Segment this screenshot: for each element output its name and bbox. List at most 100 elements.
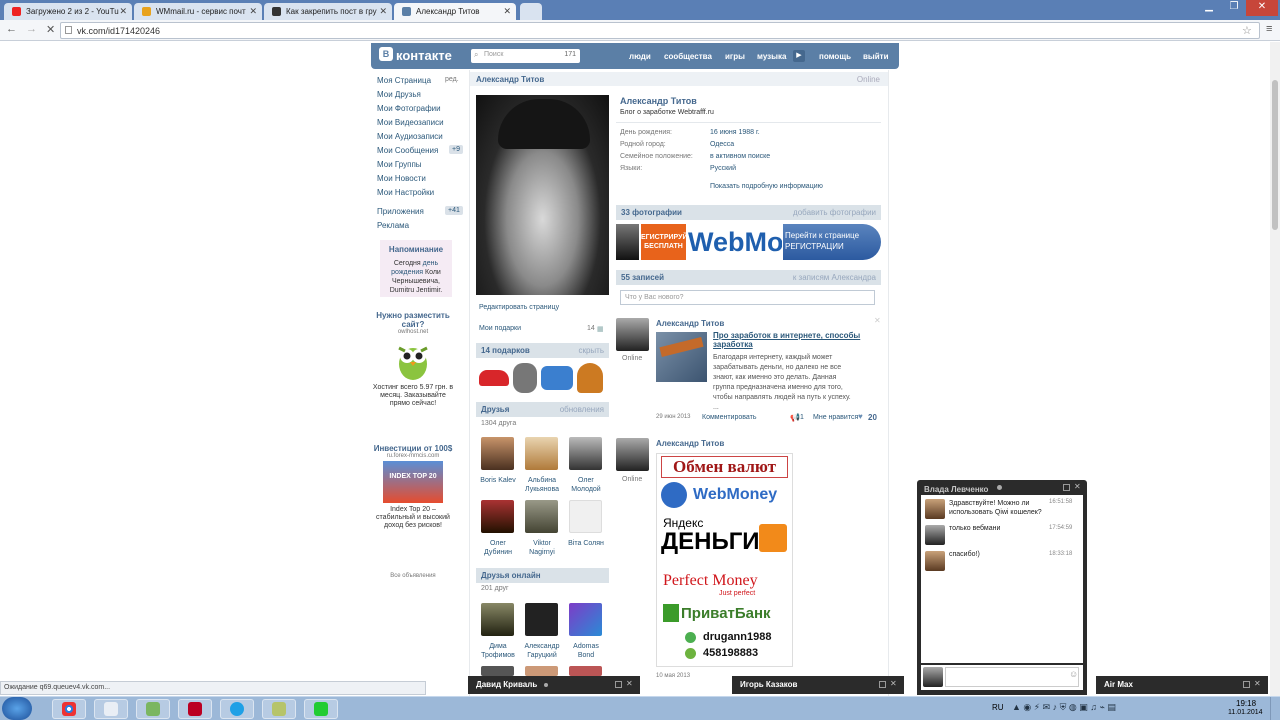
- start-button[interactable]: [2, 697, 32, 720]
- friend-avatar[interactable]: [525, 437, 558, 470]
- language-indicator[interactable]: RU: [992, 703, 1004, 712]
- menu-icon[interactable]: ≡: [1266, 23, 1272, 35]
- taskbar-app-5[interactable]: [304, 699, 338, 719]
- menu-settings[interactable]: Мои Настройки: [377, 188, 434, 197]
- clock-time[interactable]: 19:18: [1236, 699, 1256, 708]
- friend-avatar[interactable]: [481, 666, 514, 676]
- menu-videos[interactable]: Мои Видеозаписи: [377, 118, 444, 127]
- chat-tab-airmax[interactable]: Air Max ✕: [1096, 676, 1268, 694]
- browser-tab-active[interactable]: Александр Титов ✕: [394, 3, 516, 20]
- friend-avatar[interactable]: [481, 500, 514, 533]
- tray-icons[interactable]: ▲ ◉ ⚡ ✉ ♪ ⛨ ◍ ▣ ♫ ⌁ ▤: [1012, 702, 1116, 713]
- nav-people[interactable]: люди: [629, 52, 651, 61]
- taskbar-chrome[interactable]: [52, 699, 86, 719]
- like-label[interactable]: Мне нравится: [813, 414, 858, 421]
- friend-avatar[interactable]: [525, 500, 558, 533]
- post-author[interactable]: Александр Титов: [656, 439, 724, 448]
- friends-header[interactable]: Друзья обновления: [476, 402, 609, 417]
- gift-figure[interactable]: [577, 363, 603, 393]
- wall-post-input[interactable]: Что у Вас нового?: [620, 290, 875, 305]
- play-icon[interactable]: ▶: [793, 50, 805, 62]
- field-value[interactable]: в активном поиске: [710, 153, 770, 160]
- gifts-header[interactable]: 14 подарков скрыть: [476, 343, 609, 358]
- search-input[interactable]: ⌕ Поиск 171: [471, 49, 580, 63]
- field-value[interactable]: 16 июня 1988 г.: [710, 129, 760, 136]
- nav-logout[interactable]: выйти: [863, 52, 889, 61]
- post-image-payments[interactable]: Обмен валют WebMoney Яндекс ДЕНЬГИ Perfe…: [656, 453, 793, 667]
- maximize-icon[interactable]: ❐: [1222, 0, 1246, 16]
- delete-post-icon[interactable]: ✕: [874, 316, 881, 325]
- nav-help[interactable]: помощь: [819, 52, 851, 61]
- url-field[interactable]: vk.com/id171420246 ☆: [60, 22, 1260, 39]
- minimize-icon[interactable]: ▁: [1196, 0, 1222, 16]
- taskbar-app-4[interactable]: [262, 699, 296, 719]
- to-posts-link[interactable]: к записям Александра: [793, 273, 876, 282]
- nav-music[interactable]: музыка: [757, 52, 786, 61]
- clock-date[interactable]: 11.01.2014: [1228, 709, 1263, 716]
- chat-minimize-icon[interactable]: [1243, 681, 1250, 688]
- updates-link[interactable]: обновления: [560, 405, 604, 414]
- chat-messages[interactable]: Здравствуйте! Можно ли использовать Qiwi…: [921, 495, 1083, 663]
- browser-tab-wmmail[interactable]: WMmail.ru - сервис почт ✕: [134, 3, 262, 20]
- ad-title[interactable]: Инвестиции от 100$: [372, 444, 454, 453]
- browser-tab-pin-post[interactable]: Как закрепить пост в гру ✕: [264, 3, 392, 20]
- post-date[interactable]: 10 мая 2013: [656, 673, 690, 679]
- chat-close-icon[interactable]: ✕: [890, 679, 897, 688]
- post-link-title[interactable]: Про заработок в интернете, способы зараб…: [713, 331, 873, 349]
- online-friends-header[interactable]: Друзья онлайн: [476, 568, 609, 583]
- window-close-icon[interactable]: ✕: [1246, 0, 1278, 16]
- repost-icon[interactable]: 📢: [790, 413, 800, 422]
- profile-photo[interactable]: [476, 95, 609, 295]
- photo-thumb[interactable]: Перейти к странице РЕГИСТРАЦИИ: [783, 224, 881, 260]
- menu-groups[interactable]: Мои Группы: [377, 160, 422, 169]
- menu-photos[interactable]: Мои Фотографии: [377, 104, 441, 113]
- browser-tab-youtube[interactable]: Загружено 2 из 2 - YouTu ✕: [4, 3, 132, 20]
- taskbar-skype[interactable]: [220, 699, 254, 719]
- friend-name[interactable]: Boris Kalev: [478, 476, 518, 485]
- friend-avatar[interactable]: [481, 437, 514, 470]
- chat-close-icon[interactable]: ✕: [626, 679, 633, 688]
- menu-apps[interactable]: Приложения: [377, 207, 424, 216]
- friend-avatar[interactable]: [569, 500, 602, 533]
- close-icon[interactable]: ✕: [249, 6, 257, 17]
- show-desktop-button[interactable]: [1270, 697, 1280, 720]
- chat-tab-david[interactable]: Давид Криваль ✕: [468, 676, 640, 694]
- friend-name[interactable]: Viktor Nagirnyi: [522, 539, 562, 557]
- friend-name[interactable]: Олег Молодой: [566, 476, 606, 494]
- post-date[interactable]: 29 июн 2013: [656, 414, 691, 420]
- back-icon[interactable]: ←: [6, 23, 17, 35]
- friend-name[interactable]: Альбина Лукьянова: [522, 476, 562, 494]
- all-ads-link[interactable]: Все объявления: [372, 573, 454, 579]
- edit-page-link[interactable]: Редактировать страницу: [479, 304, 559, 311]
- nav-games[interactable]: игры: [725, 52, 745, 61]
- scrollbar-thumb[interactable]: [1272, 80, 1278, 230]
- friend-name[interactable]: Александр Гаруцкий: [522, 642, 562, 660]
- chat-close-icon[interactable]: ✕: [1074, 482, 1081, 491]
- taskbar-app-3[interactable]: [178, 699, 212, 719]
- friend-avatar[interactable]: [569, 603, 602, 636]
- menu-my-page[interactable]: Моя Страница: [377, 76, 431, 85]
- post-image[interactable]: [656, 332, 707, 382]
- bookmark-star-icon[interactable]: ☆: [1242, 24, 1252, 37]
- post-author[interactable]: Александр Титов: [656, 319, 724, 328]
- field-value[interactable]: Одесса: [710, 141, 734, 148]
- post-author-avatar[interactable]: [616, 318, 649, 351]
- friend-name[interactable]: Олег Дубинин: [478, 539, 518, 557]
- profile-status[interactable]: Блог о заработке Webtrafff.ru: [620, 109, 714, 116]
- hide-link[interactable]: скрыть: [578, 346, 604, 355]
- ad-owlhost[interactable]: Нужно разместить сайт? owlhost.net Хости…: [372, 311, 454, 408]
- smiley-icon[interactable]: ☺: [1069, 669, 1078, 679]
- taskbar-app-2[interactable]: [136, 699, 170, 719]
- friend-name[interactable]: Дима Трофимов: [478, 642, 518, 660]
- chat-input[interactable]: [945, 667, 1079, 687]
- chat-tab-igor[interactable]: Игорь Казаков ✕: [732, 676, 904, 694]
- friend-avatar[interactable]: [569, 666, 602, 676]
- show-details-link[interactable]: Показать подробную информацию: [710, 183, 823, 190]
- ad-forex[interactable]: Инвестиции от 100$ ru.forex-mmcis.com IN…: [372, 444, 454, 530]
- wall-header[interactable]: 55 записей к записям Александра: [616, 270, 881, 285]
- taskbar-app-1[interactable]: [94, 699, 128, 719]
- chat-minimize-icon[interactable]: [615, 681, 622, 688]
- edit-link[interactable]: ред.: [445, 76, 459, 83]
- nav-communities[interactable]: сообщества: [664, 52, 712, 61]
- vk-logo[interactable]: контакте: [396, 48, 452, 63]
